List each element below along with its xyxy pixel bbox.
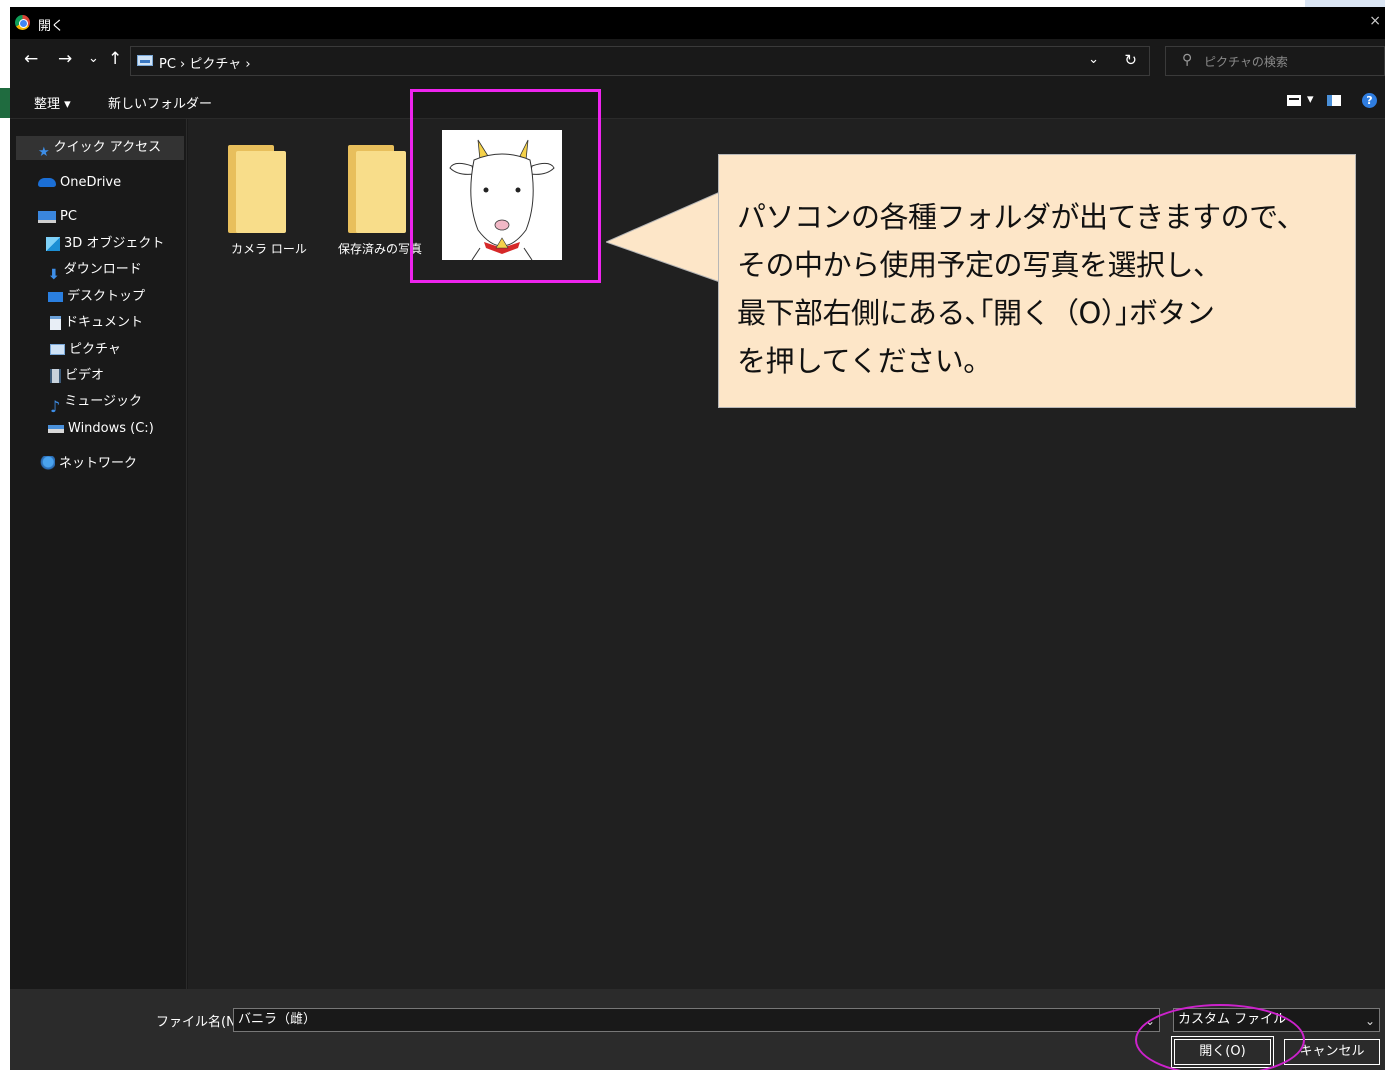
- help-icon[interactable]: ?: [1362, 93, 1377, 108]
- sidebar-item-pictures[interactable]: ピクチャ: [50, 338, 121, 362]
- chrome-icon: [15, 15, 30, 30]
- up-arrow-icon[interactable]: ↑: [108, 49, 122, 69]
- pc-icon: [38, 210, 56, 223]
- cube-icon: [46, 236, 60, 251]
- video-icon: [50, 368, 61, 383]
- background-accent: [0, 88, 10, 118]
- sidebar-item-documents[interactable]: ドキュメント: [50, 311, 143, 335]
- desktop-icon: [48, 291, 63, 302]
- view-dropdown-icon[interactable]: ▾: [1307, 92, 1314, 107]
- pictures-location-icon: [137, 55, 153, 66]
- folder-icon[interactable]: [348, 145, 406, 233]
- view-options-icon[interactable]: [1287, 95, 1301, 106]
- chevron-down-icon[interactable]: ⌄: [1088, 52, 1099, 67]
- sidebar-item-label: ビデオ: [65, 368, 105, 383]
- address-bar[interactable]: PC › ピクチャ › ⌄ ↻: [130, 46, 1150, 76]
- back-arrow-icon[interactable]: ←: [24, 49, 38, 69]
- download-icon: ⬇: [48, 267, 60, 283]
- star-icon: ★: [38, 145, 50, 160]
- search-box[interactable]: ⚲: [1165, 46, 1385, 76]
- file-item-label[interactable]: カメラ ロール: [231, 240, 307, 257]
- network-icon: [38, 456, 55, 471]
- pictures-icon: [50, 344, 65, 355]
- sidebar-item-quick-access[interactable]: ★ クイック アクセス: [16, 136, 184, 160]
- sidebar-item-label: ネットワーク: [59, 456, 138, 471]
- sidebar-item-label: 3D オブジェクト: [64, 236, 165, 251]
- background-left: [0, 0, 10, 1070]
- drive-icon: [48, 424, 64, 433]
- recent-locations-icon[interactable]: ⌄: [88, 49, 99, 69]
- chevron-down-icon[interactable]: ⌄: [1365, 1010, 1375, 1032]
- folder-icon[interactable]: [228, 145, 286, 233]
- sidebar-item-downloads[interactable]: ⬇ ダウンロード: [48, 258, 142, 283]
- sidebar-item-pc[interactable]: PC: [38, 205, 77, 229]
- new-folder-button[interactable]: 新しいフォルダー: [108, 93, 212, 112]
- title-bar: 開く ×: [10, 7, 1385, 39]
- search-icon: ⚲: [1182, 52, 1193, 68]
- sidebar-item-label: OneDrive: [60, 175, 122, 190]
- close-icon[interactable]: ×: [1369, 13, 1381, 29]
- sidebar-item-windows-drive[interactable]: Windows (C:): [48, 417, 154, 441]
- sidebar-item-desktop[interactable]: デスクトップ: [48, 285, 145, 309]
- sidebar-item-label: ピクチャ: [69, 342, 121, 357]
- music-icon: ♪: [50, 397, 61, 416]
- organize-button[interactable]: 整理 ▾: [34, 93, 71, 112]
- forward-arrow-icon[interactable]: →: [58, 49, 72, 69]
- sidebar-item-network[interactable]: ネットワーク: [38, 452, 137, 476]
- sidebar-item-label: クイック アクセス: [53, 140, 162, 155]
- cloud-icon: [38, 178, 56, 187]
- navigation-bar: ← → ⌄ ↑ PC › ピクチャ › ⌄ ↻ ⚲: [10, 39, 1385, 83]
- breadcrumb[interactable]: PC › ピクチャ ›: [159, 53, 251, 72]
- filename-input[interactable]: バニラ（雌） ⌄: [233, 1008, 1160, 1032]
- highlight-ellipse: [1135, 1004, 1305, 1070]
- window-title: 開く: [38, 19, 65, 34]
- sidebar-item-label: ダウンロード: [63, 262, 142, 277]
- sidebar-item-music[interactable]: ♪ ミュージック: [50, 390, 142, 416]
- navigation-pane: ★ クイック アクセス OneDrive PC 3D オブジェクト ⬇ ダウンロード…: [10, 119, 187, 989]
- sidebar-item-label: PC: [60, 209, 77, 224]
- filename-value: バニラ（雌）: [238, 1012, 317, 1027]
- callout-text: パソコンの各種フォルダが出てきますので、 その中から使用予定の写真を選択し、 最…: [737, 200, 1305, 378]
- instruction-callout: パソコンの各種フォルダが出てきますので、 その中から使用予定の写真を選択し、 最…: [606, 154, 1358, 408]
- command-bar: 整理 ▾ 新しいフォルダー ▾ ?: [10, 83, 1385, 119]
- sidebar-item-label: デスクトップ: [67, 289, 146, 304]
- sidebar-item-label: ミュージック: [64, 394, 142, 409]
- document-icon: [50, 315, 61, 330]
- sidebar-item-onedrive[interactable]: OneDrive: [38, 171, 121, 195]
- sidebar-item-3d-objects[interactable]: 3D オブジェクト: [46, 232, 164, 256]
- search-input[interactable]: [1204, 53, 1374, 71]
- sidebar-item-videos[interactable]: ビデオ: [50, 364, 104, 388]
- refresh-icon[interactable]: ↻: [1124, 51, 1137, 69]
- sidebar-item-label: Windows (C:): [68, 421, 154, 436]
- preview-pane-icon[interactable]: [1327, 95, 1341, 106]
- sidebar-item-label: ドキュメント: [65, 315, 144, 330]
- callout-box: パソコンの各種フォルダが出てきますので、 その中から使用予定の写真を選択し、 最…: [718, 154, 1356, 408]
- callout-pointer-icon: [606, 191, 722, 283]
- filename-label: ファイル名(N):: [156, 1015, 246, 1030]
- highlight-rectangle: [410, 89, 601, 283]
